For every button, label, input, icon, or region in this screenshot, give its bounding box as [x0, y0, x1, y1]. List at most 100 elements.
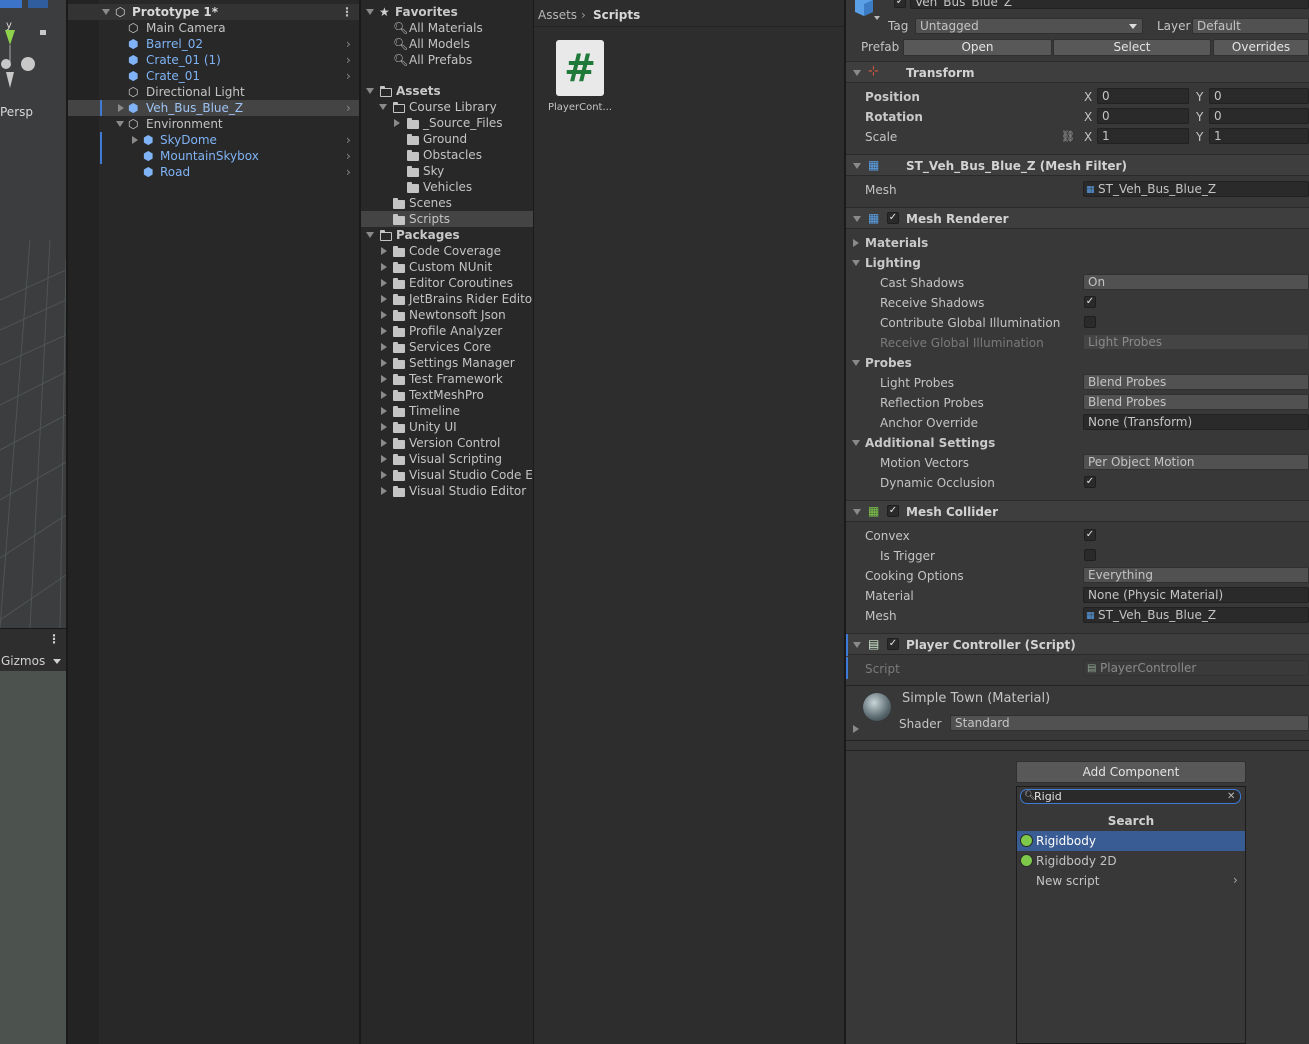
- breadcrumb-assets[interactable]: Assets: [538, 7, 577, 23]
- collapse-arrow-icon[interactable]: [853, 70, 861, 76]
- reflection-probes-dropdown[interactable]: Blend Probes: [1083, 394, 1309, 410]
- additional-settings-label[interactable]: Additional Settings: [865, 435, 995, 451]
- collapse-arrow-icon[interactable]: [116, 121, 124, 127]
- is-trigger-checkbox[interactable]: [1084, 549, 1096, 561]
- shader-dropdown[interactable]: Standard: [950, 715, 1309, 731]
- enabled-checkbox[interactable]: ✓: [887, 212, 899, 224]
- expand-arrow-icon[interactable]: [381, 375, 387, 383]
- component-search-input[interactable]: 🔍︎ Rigid ✕: [1020, 789, 1241, 804]
- probes-label[interactable]: Probes: [865, 355, 912, 371]
- chevron-right-icon[interactable]: ›: [346, 68, 351, 84]
- active-checkbox[interactable]: ✓: [894, 0, 906, 8]
- chevron-right-icon[interactable]: ›: [346, 36, 351, 52]
- expand-arrow-icon[interactable]: [132, 136, 138, 144]
- mesh-filter-header[interactable]: ▦ ST_Veh_Bus_Blue_Z (Mesh Filter): [846, 154, 1309, 176]
- rotation-y-field[interactable]: 0: [1209, 108, 1309, 124]
- package-item[interactable]: Editor Coroutines: [361, 275, 533, 291]
- folder-item[interactable]: _Source_Files: [361, 115, 533, 131]
- hierarchy-item[interactable]: ⬢ Barrel_02 ›: [68, 36, 359, 52]
- expand-arrow-icon[interactable]: [853, 725, 859, 733]
- chevron-right-icon[interactable]: ›: [346, 132, 351, 148]
- package-item[interactable]: Services Core: [361, 339, 533, 355]
- package-item[interactable]: TextMeshPro: [361, 387, 533, 403]
- mesh-field[interactable]: ST_Veh_Bus_Blue_Z: [1083, 181, 1309, 197]
- expand-arrow-icon[interactable]: [381, 263, 387, 271]
- expand-arrow-icon[interactable]: [381, 311, 387, 319]
- clear-search-icon[interactable]: ✕: [1227, 789, 1235, 805]
- favorites-item[interactable]: 🔍︎ All Prefabs: [361, 52, 533, 68]
- folder-item[interactable]: Scenes: [361, 195, 533, 211]
- expand-arrow-icon[interactable]: [381, 407, 387, 415]
- hierarchy-item[interactable]: ⬢ Road ›: [68, 164, 359, 180]
- prefab-select-button[interactable]: Select: [1053, 39, 1211, 56]
- lighting-label[interactable]: Lighting: [865, 255, 921, 271]
- hierarchy-item[interactable]: ⬢ SkyDome ›: [68, 132, 359, 148]
- package-item[interactable]: Profile Analyzer: [361, 323, 533, 339]
- package-item[interactable]: Newtonsoft Json: [361, 307, 533, 323]
- chevron-right-icon[interactable]: ›: [346, 148, 351, 164]
- package-item[interactable]: Visual Studio Editor: [361, 483, 533, 499]
- package-item[interactable]: Custom NUnit: [361, 259, 533, 275]
- expand-arrow-icon[interactable]: [118, 104, 124, 112]
- object-name-field[interactable]: Veh_Bus_Blue_Z: [910, 0, 1309, 9]
- receive-shadows-checkbox[interactable]: ✓: [1084, 296, 1096, 308]
- rotation-x-field[interactable]: 0: [1097, 108, 1189, 124]
- gizmos-button[interactable]: Gizmos: [1, 653, 45, 669]
- dynamic-occlusion-checkbox[interactable]: ✓: [1084, 476, 1096, 488]
- add-component-button[interactable]: Add Component: [1016, 761, 1246, 783]
- collapse-arrow-icon[interactable]: [852, 260, 860, 266]
- prefab-cube-icon[interactable]: [853, 0, 875, 16]
- expand-arrow-icon[interactable]: [381, 295, 387, 303]
- position-x-field[interactable]: 0: [1097, 88, 1189, 104]
- scale-y-field[interactable]: 1: [1209, 128, 1309, 144]
- hierarchy-item[interactable]: ⬡ Main Camera: [68, 20, 359, 36]
- package-item[interactable]: JetBrains Rider Editor: [361, 291, 537, 307]
- collapse-arrow-icon[interactable]: [366, 88, 374, 94]
- hierarchy-item[interactable]: ⬢ Crate_01 (1) ›: [68, 52, 359, 68]
- collapse-arrow-icon[interactable]: [853, 163, 861, 169]
- result-rigidbody[interactable]: Rigidbody: [1017, 831, 1245, 851]
- breadcrumb-scripts[interactable]: Scripts: [593, 7, 640, 23]
- hierarchy-item[interactable]: ⬡ Environment: [68, 116, 359, 132]
- favorites-item[interactable]: 🔍︎ All Models: [361, 36, 533, 52]
- folder-item[interactable]: Vehicles: [361, 179, 533, 195]
- result-new-script[interactable]: New script ›: [1017, 871, 1245, 891]
- expand-arrow-icon[interactable]: [381, 343, 387, 351]
- enabled-checkbox[interactable]: ✓: [887, 505, 899, 517]
- asset-label[interactable]: PlayerCont...: [548, 100, 612, 116]
- icon-dropdown-icon[interactable]: [874, 16, 880, 20]
- packages-header[interactable]: Packages: [361, 227, 533, 243]
- package-item[interactable]: Settings Manager: [361, 355, 533, 371]
- expand-arrow-icon[interactable]: [394, 119, 400, 127]
- collapse-arrow-icon[interactable]: [366, 9, 374, 15]
- collapse-arrow-icon[interactable]: [853, 509, 861, 515]
- hierarchy-item[interactable]: ⬡ Directional Light: [68, 84, 359, 100]
- scale-x-field[interactable]: 1: [1097, 128, 1189, 144]
- materials-label[interactable]: Materials: [865, 235, 928, 251]
- player-controller-header[interactable]: ▤ ✓ Player Controller (Script): [846, 633, 1309, 656]
- prefab-overrides-button[interactable]: Overrides: [1213, 39, 1309, 56]
- transform-header[interactable]: ⊹ Transform: [846, 61, 1309, 83]
- folder-item[interactable]: Obstacles: [361, 147, 533, 163]
- cast-shadows-dropdown[interactable]: On: [1083, 274, 1309, 290]
- package-item[interactable]: Visual Scripting: [361, 451, 533, 467]
- enabled-checkbox[interactable]: ✓: [887, 638, 899, 650]
- chevron-right-icon[interactable]: ›: [346, 100, 351, 116]
- cooking-options-dropdown[interactable]: Everything: [1083, 567, 1309, 583]
- collapse-arrow-icon[interactable]: [379, 104, 387, 110]
- hierarchy-item-selected[interactable]: ⬢ Veh_Bus_Blue_Z ›: [68, 100, 359, 116]
- favorites-header[interactable]: ★ Favorites: [361, 4, 533, 20]
- expand-arrow-icon[interactable]: [381, 439, 387, 447]
- anchor-override-field[interactable]: None (Transform): [1083, 414, 1309, 430]
- package-item[interactable]: Test Framework: [361, 371, 533, 387]
- motion-vectors-dropdown[interactable]: Per Object Motion: [1083, 454, 1309, 470]
- scene-menu-icon[interactable]: ⋮: [341, 4, 353, 20]
- mesh-renderer-header[interactable]: ▦ ✓ Mesh Renderer: [846, 207, 1309, 229]
- layer-dropdown[interactable]: Default: [1192, 18, 1309, 34]
- position-y-field[interactable]: 0: [1209, 88, 1309, 104]
- contribute-gi-checkbox[interactable]: [1084, 316, 1096, 328]
- expand-arrow-icon[interactable]: [381, 471, 387, 479]
- package-item[interactable]: Timeline: [361, 403, 533, 419]
- collapse-arrow-icon[interactable]: [852, 440, 860, 446]
- expand-arrow-icon[interactable]: [381, 423, 387, 431]
